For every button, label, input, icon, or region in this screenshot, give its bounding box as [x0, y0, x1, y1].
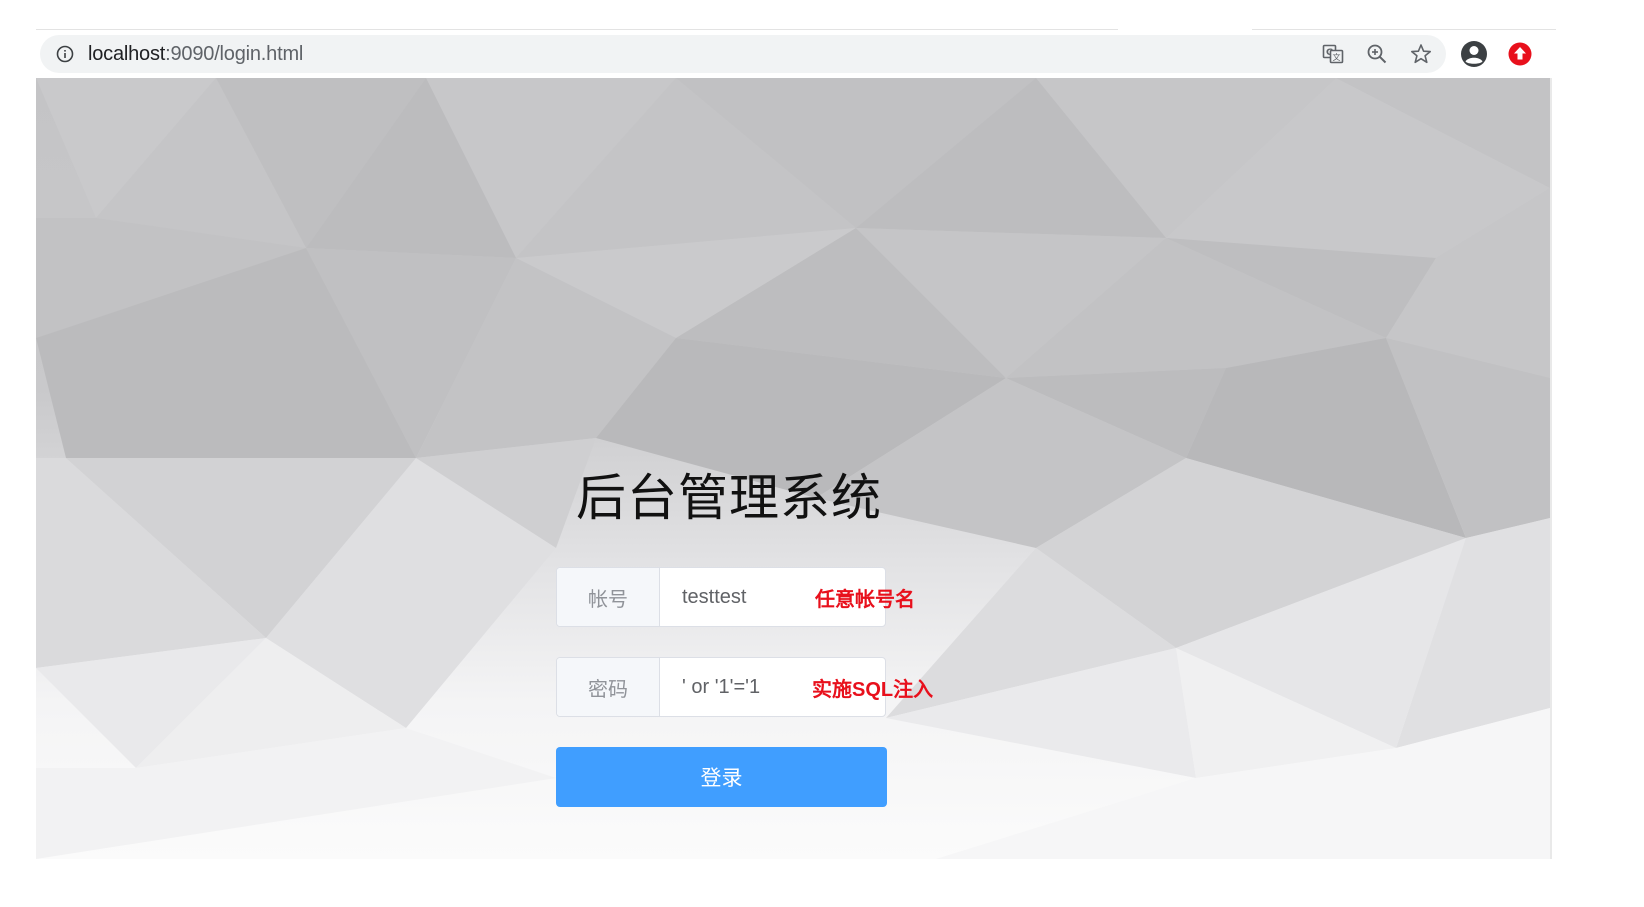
login-button[interactable]: 登录	[556, 747, 887, 807]
browser-toolbar: localhost:9090/login.html G 文	[36, 30, 1556, 78]
password-field[interactable]: 密码 ' or '1'='1 实施SQL注入	[556, 657, 933, 717]
password-annotation: 实施SQL注入	[812, 678, 934, 701]
account-field[interactable]: 帐号 testtest 任意帐号名	[556, 567, 915, 627]
page-edge	[1550, 78, 1552, 859]
update-icon[interactable]	[1506, 40, 1534, 68]
translate-icon[interactable]: G 文	[1322, 43, 1344, 65]
page-viewport: 后台管理系统 帐号 testtest 任意帐号名 密码 ' or '1'='1 …	[36, 78, 1550, 859]
address-bar[interactable]: localhost:9090/login.html G 文	[40, 35, 1446, 73]
star-icon[interactable]	[1410, 43, 1432, 65]
browser-window: localhost:9090/login.html G 文 后台管理系统 帐号 …	[0, 0, 1644, 907]
tab-strip	[36, 0, 1556, 30]
account-annotation: 任意帐号名	[815, 588, 915, 611]
account-icon[interactable]	[1460, 40, 1488, 68]
url-path: :9090/login.html	[165, 42, 304, 65]
url-host: localhost	[88, 42, 166, 65]
account-label: 帐号	[557, 568, 660, 626]
zoom-icon[interactable]	[1366, 43, 1388, 65]
page-title: 后台管理系统	[576, 469, 882, 527]
password-label: 密码	[557, 658, 660, 716]
url-text[interactable]: localhost:9090/login.html	[88, 43, 303, 66]
svg-text:文: 文	[1333, 52, 1341, 62]
below-viewport	[0, 859, 1644, 907]
info-icon[interactable]	[56, 45, 74, 63]
